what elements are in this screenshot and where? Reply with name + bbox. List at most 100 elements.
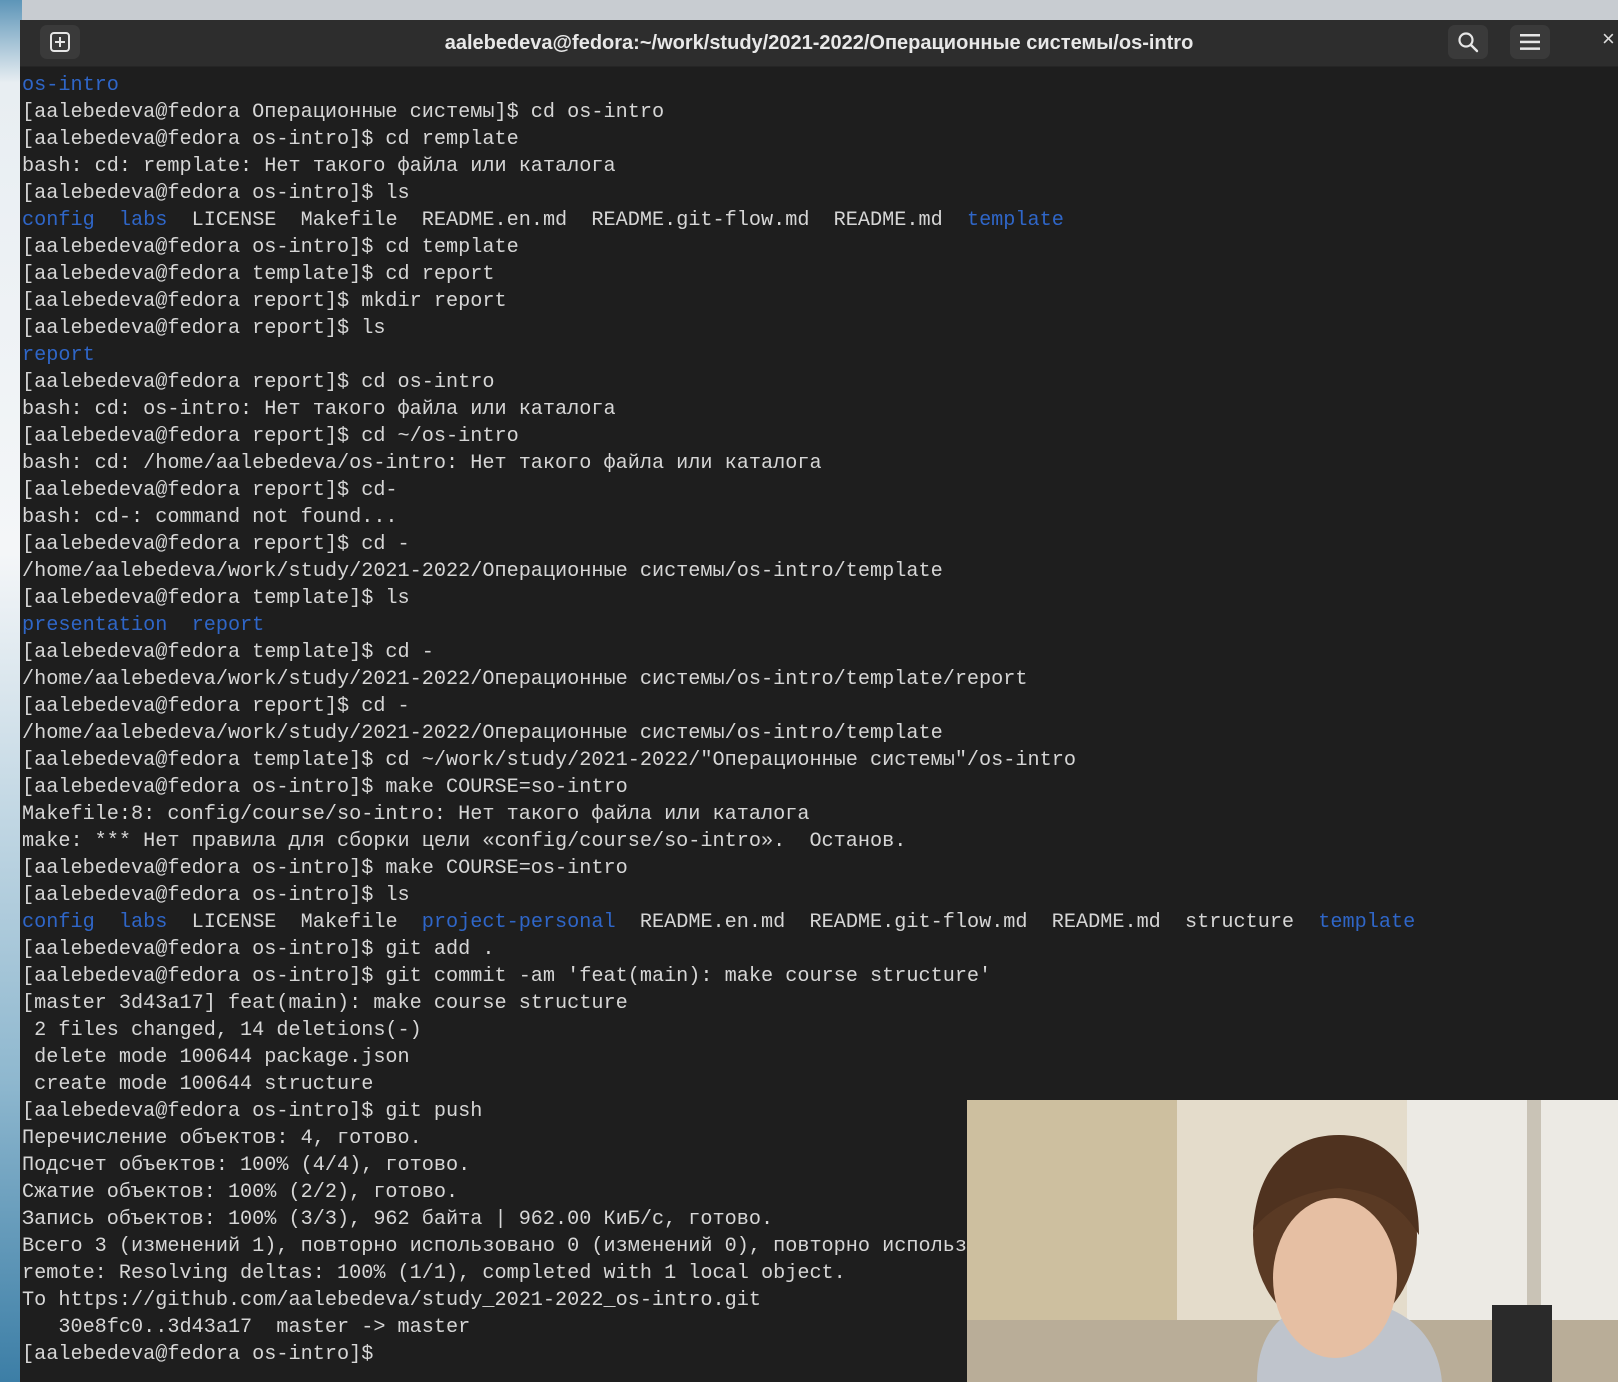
terminal-text: Перечисление объектов: 4, готово. (22, 1127, 422, 1150)
directory-entry: report (22, 344, 95, 367)
desktop-background (0, 0, 22, 1382)
terminal-line: create mode 100644 structure (22, 1071, 1618, 1098)
menu-button[interactable] (1510, 25, 1550, 59)
terminal-text: 2 files changed, 14 deletions(-) (22, 1019, 422, 1042)
terminal-text: [aalebedeva@fedora report]$ cd - (22, 695, 410, 718)
directory-entry: template (1318, 911, 1416, 934)
terminal-line: bash: cd-: command not found... (22, 504, 1618, 531)
terminal-text: bash: cd: /home/aalebedeva/os-intro: Нет… (22, 452, 822, 475)
terminal-line: delete mode 100644 package.json (22, 1044, 1618, 1071)
terminal-line: [aalebedeva@fedora template]$ cd - (22, 639, 1618, 666)
terminal-text: README.en.md README.git-flow.md README.m… (615, 911, 1319, 934)
directory-entry: config (22, 911, 95, 934)
search-button[interactable] (1448, 25, 1488, 59)
terminal-line: /home/aalebedeva/work/study/2021-2022/Оп… (22, 558, 1618, 585)
terminal-line: /home/aalebedeva/work/study/2021-2022/Оп… (22, 666, 1618, 693)
terminal-text: Makefile:8: config/course/so-intro: Нет … (22, 803, 810, 826)
terminal-line: [aalebedeva@fedora report]$ ls (22, 315, 1618, 342)
webcam-overlay (967, 1100, 1618, 1382)
terminal-text: Запись объектов: 100% (3/3), 962 байта |… (22, 1208, 774, 1231)
terminal-text: [aalebedeva@fedora os-intro]$ git push (22, 1100, 483, 1123)
terminal-text: [aalebedeva@fedora template]$ cd ~/work/… (22, 749, 1076, 772)
terminal-text: /home/aalebedeva/work/study/2021-2022/Оп… (22, 668, 1028, 691)
terminal-line: report (22, 342, 1618, 369)
terminal-text: create mode 100644 structure (22, 1073, 374, 1096)
terminal-text: [aalebedeva@fedora template]$ cd - (22, 641, 434, 664)
directory-entry: report (191, 614, 265, 637)
terminal-line: [aalebedeva@fedora template]$ ls (22, 585, 1618, 612)
terminal-text: [aalebedeva@fedora report]$ ls (22, 317, 386, 340)
terminal-line: [aalebedeva@fedora report]$ cd - (22, 531, 1618, 558)
terminal-line: [master 3d43a17] feat(main): make course… (22, 990, 1618, 1017)
terminal-line: 2 files changed, 14 deletions(-) (22, 1017, 1618, 1044)
terminal-text: [aalebedeva@fedora report]$ cd- (22, 479, 398, 502)
system-top-bar (0, 0, 1618, 22)
terminal-line: [aalebedeva@fedora template]$ cd ~/work/… (22, 747, 1618, 774)
terminal-line: Makefile:8: config/course/so-intro: Нет … (22, 801, 1618, 828)
terminal-line: bash: cd: /home/aalebedeva/os-intro: Нет… (22, 450, 1618, 477)
window-title: aalebedeva@fedora:~/work/study/2021-2022… (444, 32, 1194, 54)
terminal-text: make: *** Нет правила для сборки цели «c… (22, 830, 907, 853)
terminal-text: [aalebedeva@fedora os-intro]$ make COURS… (22, 776, 628, 799)
terminal-line: [aalebedeva@fedora template]$ cd report (22, 261, 1618, 288)
terminal-text: [aalebedeva@fedora os-intro]$ git add . (22, 938, 495, 961)
terminal-line: os-intro (22, 72, 1618, 99)
terminal-text: [aalebedeva@fedora report]$ cd ~/os-intr… (22, 425, 519, 448)
terminal-text: bash: cd: remplate: Нет такого файла или… (22, 155, 616, 178)
terminal-line: [aalebedeva@fedora os-intro]$ make COURS… (22, 855, 1618, 882)
terminal-text: Всего 3 (изменений 1), повторно использо… (22, 1235, 980, 1258)
terminal-text: [aalebedeva@fedora os-intro]$ ls (22, 182, 410, 205)
terminal-line: [aalebedeva@fedora os-intro]$ ls (22, 180, 1618, 207)
terminal-text: [aalebedeva@fedora template]$ cd report (22, 263, 495, 286)
terminal-text: [aalebedeva@fedora os-intro]$ cd remplat… (22, 128, 519, 151)
terminal-line: [aalebedeva@fedora report]$ cd os-intro (22, 369, 1618, 396)
close-icon[interactable]: × (1602, 26, 1615, 52)
terminal-line: make: *** Нет правила для сборки цели «c… (22, 828, 1618, 855)
terminal-text: LICENSE Makefile (167, 911, 422, 934)
terminal-text: LICENSE Makefile README.en.md README.git… (167, 209, 967, 232)
terminal-line: bash: cd: remplate: Нет такого файла или… (22, 153, 1618, 180)
directory-entry: presentation (22, 614, 168, 637)
title-bar[interactable]: aalebedeva@fedora:~/work/study/2021-2022… (20, 20, 1618, 67)
terminal-text: To https://github.com/aalebedeva/study_2… (22, 1289, 761, 1312)
terminal-line: [aalebedeva@fedora report]$ cd- (22, 477, 1618, 504)
terminal-line: [aalebedeva@fedora os-intro]$ git commit… (22, 963, 1618, 990)
terminal-line: bash: cd: os-intro: Нет такого файла или… (22, 396, 1618, 423)
terminal-line: presentation report (22, 612, 1618, 639)
terminal-text: [aalebedeva@fedora os-intro]$ (22, 1343, 386, 1366)
terminal-text: [aalebedeva@fedora report]$ cd os-intro (22, 371, 495, 394)
terminal-text: 30e8fc0..3d43a17 master -> master (22, 1316, 471, 1339)
terminal-text: [master 3d43a17] feat(main): make course… (22, 992, 628, 1015)
webcam-person-image (967, 1100, 1618, 1382)
directory-entry: labs (118, 209, 168, 232)
terminal-line: [aalebedeva@fedora os-intro]$ git add . (22, 936, 1618, 963)
terminal-line: [aalebedeva@fedora os-intro]$ ls (22, 882, 1618, 909)
search-icon (1458, 32, 1479, 53)
terminal-text: [aalebedeva@fedora os-intro]$ make COURS… (22, 857, 628, 880)
terminal-text: [aalebedeva@fedora template]$ ls (22, 587, 410, 610)
terminal-text: /home/aalebedeva/work/study/2021-2022/Оп… (22, 722, 943, 745)
directory-entry: labs (118, 911, 168, 934)
terminal-line: [aalebedeva@fedora report]$ mkdir report (22, 288, 1618, 315)
hamburger-menu-icon (1520, 34, 1540, 50)
terminal-line: config labs LICENSE Makefile README.en.m… (22, 207, 1618, 234)
terminal-line: [aalebedeva@fedora os-intro]$ cd templat… (22, 234, 1618, 261)
terminal-text: [aalebedeva@fedora os-intro]$ ls (22, 884, 410, 907)
directory-entry: os-intro (22, 74, 119, 97)
terminal-text: [aalebedeva@fedora os-intro]$ git commit… (22, 965, 992, 988)
directory-entry: project-personal (421, 911, 616, 934)
terminal-line: config labs LICENSE Makefile project-per… (22, 909, 1618, 936)
directory-entry: config (22, 209, 95, 232)
directory-entry: template (966, 209, 1064, 232)
terminal-line: [aalebedeva@fedora os-intro]$ cd remplat… (22, 126, 1618, 153)
terminal-text: remote: Resolving deltas: 100% (1/1), co… (22, 1262, 846, 1285)
terminal-text: Сжатие объектов: 100% (2/2), готово. (22, 1181, 459, 1204)
terminal-text: [aalebedeva@fedora report]$ mkdir report (22, 290, 507, 313)
terminal-text: bash: cd: os-intro: Нет такого файла или… (22, 398, 616, 421)
terminal-text: Подсчет объектов: 100% (4/4), готово. (22, 1154, 471, 1177)
terminal-line: [aalebedeva@fedora report]$ cd - (22, 693, 1618, 720)
terminal-text: bash: cd-: command not found... (22, 506, 398, 529)
